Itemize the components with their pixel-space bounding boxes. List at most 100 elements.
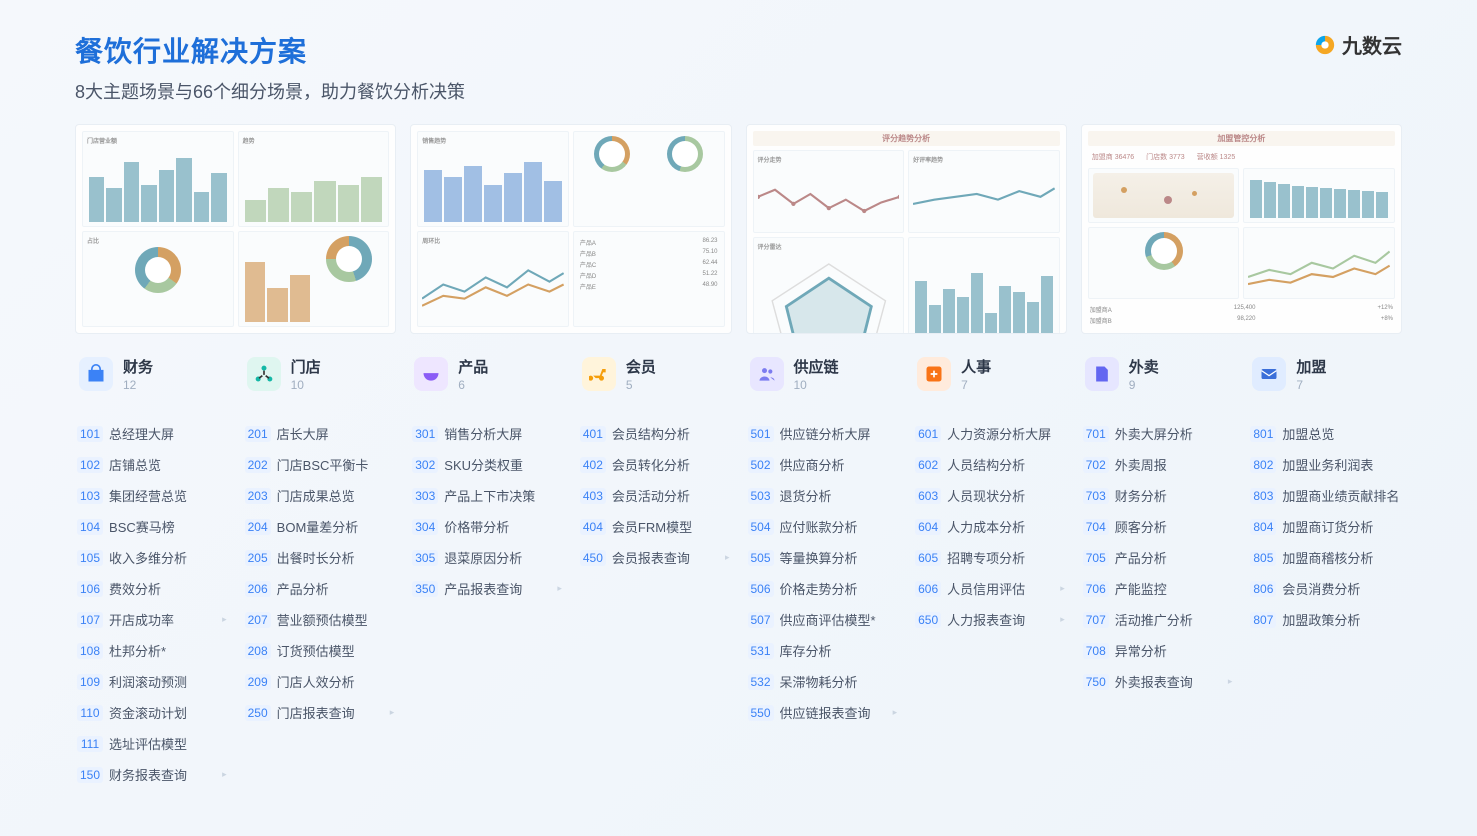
- category-card-4[interactable]: 供应链 10: [746, 348, 900, 400]
- item-number: 104: [77, 519, 103, 535]
- list-item[interactable]: 109 利润滚动预测: [75, 666, 229, 697]
- item-label: 订货预估模型: [277, 641, 395, 660]
- list-item[interactable]: 804 加盟商订货分析: [1248, 511, 1402, 542]
- list-item[interactable]: 203 门店成果总览: [243, 480, 397, 511]
- item-label: 店铺总览: [109, 455, 227, 474]
- list-item[interactable]: 208 订货预估模型: [243, 635, 397, 666]
- category-card-5[interactable]: 人事 7: [913, 348, 1067, 400]
- item-label: 退菜原因分析: [444, 548, 562, 567]
- list-item[interactable]: 803 加盟商业绩贡献排名: [1248, 480, 1402, 511]
- list-item[interactable]: 604 人力成本分析: [913, 511, 1067, 542]
- category-card-2[interactable]: 产品 6: [410, 348, 564, 400]
- dashboard-preview-4[interactable]: 加盟管控分析 加盟商 36476门店数 3773营收额 1325 加盟商A125…: [1081, 124, 1402, 334]
- list-item[interactable]: 305 退菜原因分析: [410, 542, 564, 573]
- item-number: 702: [1083, 457, 1109, 473]
- list-item[interactable]: 750 外卖报表查询 ▸: [1081, 666, 1235, 697]
- list-item[interactable]: 532 呆滞物耗分析: [746, 666, 900, 697]
- dashboard-preview-3[interactable]: 评分趋势分析 评分走势 好评率趋势 评分雷达: [746, 124, 1067, 334]
- list-item[interactable]: 201 店长大屏: [243, 418, 397, 449]
- list-item[interactable]: 704 顾客分析: [1081, 511, 1235, 542]
- item-label: 财务分析: [1115, 486, 1233, 505]
- list-item[interactable]: 502 供应商分析: [746, 449, 900, 480]
- list-item[interactable]: 401 会员结构分析: [578, 418, 732, 449]
- item-label: 门店报表查询: [277, 703, 384, 722]
- list-item[interactable]: 350 产品报表查询 ▸: [410, 573, 564, 604]
- list-item[interactable]: 705 产品分析: [1081, 542, 1235, 573]
- list-item[interactable]: 104 BSC赛马榜: [75, 511, 229, 542]
- list-item[interactable]: 304 价格带分析: [410, 511, 564, 542]
- list-item[interactable]: 703 财务分析: [1081, 480, 1235, 511]
- list-item[interactable]: 402 会员转化分析: [578, 449, 732, 480]
- list-item[interactable]: 206 产品分析: [243, 573, 397, 604]
- category-card-6[interactable]: 外卖 9: [1081, 348, 1235, 400]
- list-item[interactable]: 507 供应商评估模型*: [746, 604, 900, 635]
- list-item[interactable]: 801 加盟总览: [1248, 418, 1402, 449]
- list-item[interactable]: 106 费效分析: [75, 573, 229, 604]
- category-card-7[interactable]: 加盟 7: [1248, 348, 1402, 400]
- list-item[interactable]: 550 供应链报表查询 ▸: [746, 697, 900, 728]
- category-card-1[interactable]: 门店 10: [243, 348, 397, 400]
- list-item[interactable]: 404 会员FRM模型: [578, 511, 732, 542]
- item-number: 404: [580, 519, 606, 535]
- dashboard-preview-2[interactable]: 销售趋势 周环比 产品A86.23产品B75.10产品C62.44产品D51.2…: [410, 124, 731, 334]
- list-item[interactable]: 602 人员结构分析: [913, 449, 1067, 480]
- item-number: 507: [748, 612, 774, 628]
- list-item[interactable]: 202 门店BSC平衡卡: [243, 449, 397, 480]
- list-item[interactable]: 603 人员现状分析: [913, 480, 1067, 511]
- list-item[interactable]: 802 加盟业务利润表: [1248, 449, 1402, 480]
- list-item[interactable]: 150 财务报表查询 ▸: [75, 759, 229, 790]
- list-item[interactable]: 303 产品上下市决策: [410, 480, 564, 511]
- list-item[interactable]: 105 收入多维分析: [75, 542, 229, 573]
- list-item[interactable]: 505 等量换算分析: [746, 542, 900, 573]
- dashboard-preview-1[interactable]: 门店营业额 趋势 占比: [75, 124, 396, 334]
- list-item[interactable]: 107 开店成功率 ▸: [75, 604, 229, 635]
- list-item[interactable]: 605 招聘专项分析: [913, 542, 1067, 573]
- list-item[interactable]: 601 人力资源分析大屏: [913, 418, 1067, 449]
- category-card-0[interactable]: 财务 12: [75, 348, 229, 400]
- list-item[interactable]: 301 销售分析大屏: [410, 418, 564, 449]
- item-label: BSC赛马榜: [109, 517, 227, 536]
- list-item[interactable]: 806 会员消费分析: [1248, 573, 1402, 604]
- item-label: 顾客分析: [1115, 517, 1233, 536]
- list-item[interactable]: 101 总经理大屏: [75, 418, 229, 449]
- list-item[interactable]: 650 人力报表查询 ▸: [913, 604, 1067, 635]
- list-item[interactable]: 531 库存分析: [746, 635, 900, 666]
- list-item[interactable]: 706 产能监控: [1081, 573, 1235, 604]
- list-item[interactable]: 403 会员活动分析: [578, 480, 732, 511]
- list-item[interactable]: 504 应付账款分析: [746, 511, 900, 542]
- category-count: 10: [291, 378, 321, 392]
- list-item[interactable]: 501 供应链分析大屏: [746, 418, 900, 449]
- list-item[interactable]: 503 退货分析: [746, 480, 900, 511]
- list-item[interactable]: 807 加盟政策分析: [1248, 604, 1402, 635]
- list-item[interactable]: 302 SKU分类权重: [410, 449, 564, 480]
- list-item[interactable]: 102 店铺总览: [75, 449, 229, 480]
- list-item[interactable]: 450 会员报表查询 ▸: [578, 542, 732, 573]
- list-item[interactable]: 103 集团经营总览: [75, 480, 229, 511]
- list-item[interactable]: 205 出餐时长分析: [243, 542, 397, 573]
- list-item[interactable]: 204 BOM量差分析: [243, 511, 397, 542]
- item-label: 产能监控: [1115, 579, 1233, 598]
- item-number: 532: [748, 674, 774, 690]
- list-item[interactable]: 250 门店报表查询 ▸: [243, 697, 397, 728]
- list-item[interactable]: 701 外卖大屏分析: [1081, 418, 1235, 449]
- list-item[interactable]: 506 价格走势分析: [746, 573, 900, 604]
- list-item[interactable]: 108 杜邦分析*: [75, 635, 229, 666]
- category-card-3[interactable]: 会员 5: [578, 348, 732, 400]
- list-item[interactable]: 805 加盟商稽核分析: [1248, 542, 1402, 573]
- item-label: 集团经营总览: [109, 486, 227, 505]
- item-column-6: 701 外卖大屏分析 702 外卖周报 703 财务分析 704 顾客分析 70…: [1081, 418, 1235, 790]
- list-item[interactable]: 606 人员信用评估 ▸: [913, 573, 1067, 604]
- item-number: 506: [748, 581, 774, 597]
- list-item[interactable]: 110 资金滚动计划: [75, 697, 229, 728]
- list-item[interactable]: 207 营业额预估模型: [243, 604, 397, 635]
- item-number: 150: [77, 767, 103, 783]
- item-number: 805: [1250, 550, 1276, 566]
- item-label: 会员报表查询: [612, 548, 719, 567]
- list-item[interactable]: 209 门店人效分析: [243, 666, 397, 697]
- list-item[interactable]: 111 选址评估模型: [75, 728, 229, 759]
- list-item[interactable]: 708 异常分析: [1081, 635, 1235, 666]
- item-number: 501: [748, 426, 774, 442]
- list-item[interactable]: 702 外卖周报: [1081, 449, 1235, 480]
- item-label: 供应链报表查询: [780, 703, 887, 722]
- list-item[interactable]: 707 活动推广分析: [1081, 604, 1235, 635]
